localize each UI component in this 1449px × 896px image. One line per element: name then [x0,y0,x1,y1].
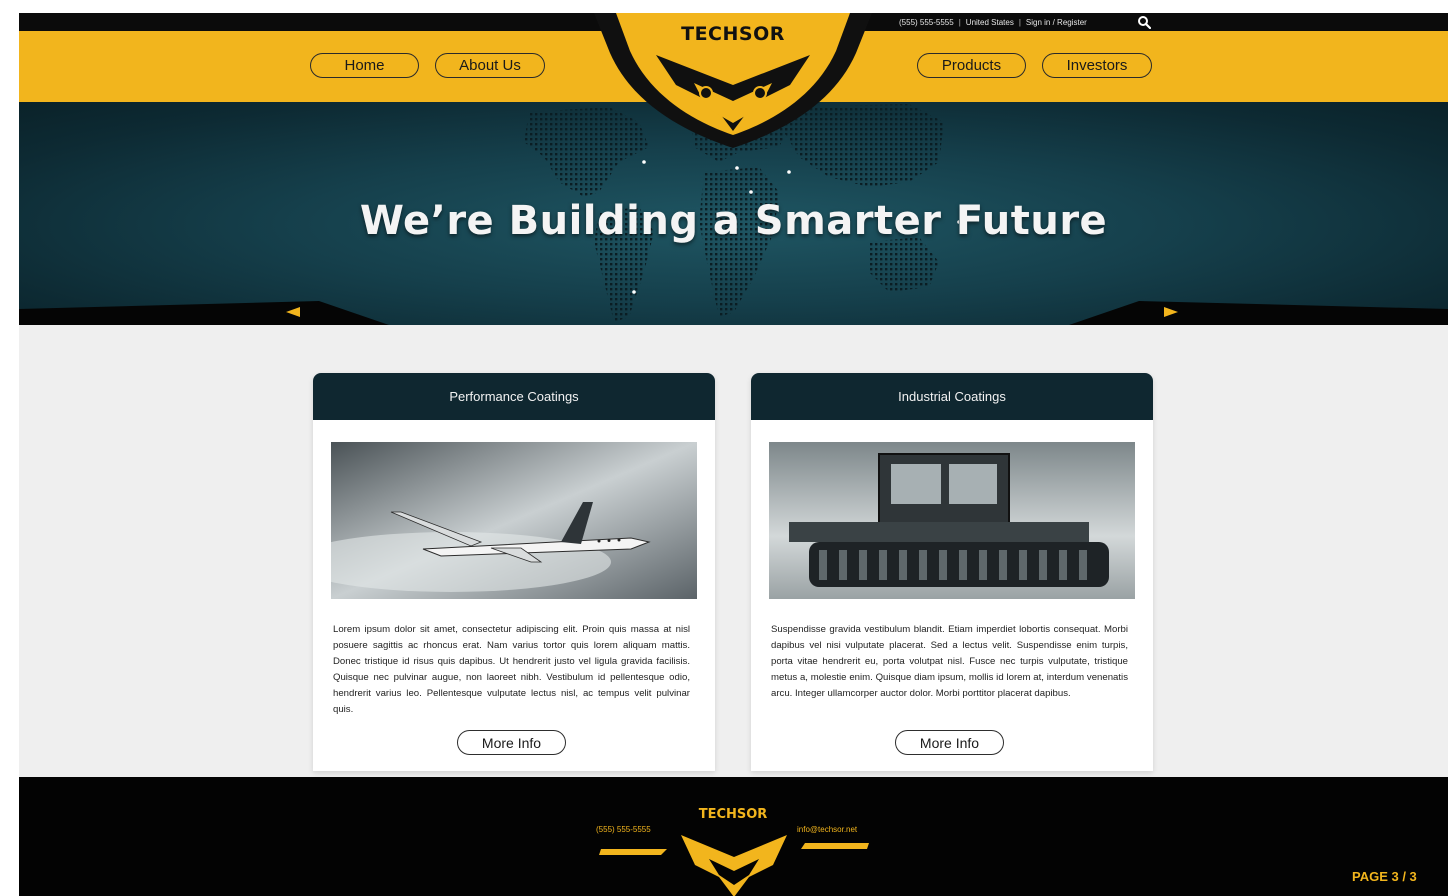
search-icon[interactable] [1137,15,1151,29]
page-indicator: PAGE 3 / 3 [1352,869,1417,884]
utility-links: (555) 555-5555 | United States | Sign in… [899,15,1087,29]
product-card: Performance Coatings Lorem ipsum dolor s… [313,373,715,771]
separator: | [958,17,961,27]
card-body: Lorem ipsum dolor sit amet, consectetur … [333,624,690,715]
nav-about-button[interactable]: About Us [435,53,545,78]
card-title: Industrial Coatings [751,373,1153,420]
nav-investors-button[interactable]: Investors [1042,53,1152,78]
snow-groomer-image [769,442,1135,599]
logo-wordmark: TECHSOR [681,23,785,45]
footer: (555) 555-5555 TECHSOR info@techsor.net … [19,777,1448,896]
arrow-left-icon[interactable] [286,307,300,317]
card-title: Performance Coatings [313,373,715,420]
more-info-button[interactable]: More Info [457,730,566,755]
footer-logo-wordmark: TECHSOR [698,807,768,822]
airplane-image [331,442,697,599]
arrow-right-icon[interactable] [1164,307,1178,317]
footer-email[interactable]: info@techsor.net [797,825,857,834]
sign-in-register-link[interactable]: Sign in / Register [1026,18,1087,27]
more-info-button[interactable]: More Info [895,730,1004,755]
hero-bottom-strip [19,301,1448,325]
separator: | [1018,17,1021,27]
card-body: Suspendisse gravida vestibulum blandit. … [771,624,1128,699]
page-frame: (555) 555-5555 | United States | Sign in… [19,13,1448,896]
utility-phone: (555) 555-5555 [899,17,954,27]
nav-products-button[interactable]: Products [917,53,1026,78]
region-link[interactable]: United States [966,18,1014,27]
hero-title: We’re Building a Smarter Future [359,198,1108,244]
product-card: Industrial Coatings Suspendisse gravida … [751,373,1153,771]
nav-home-button[interactable]: Home [310,53,419,78]
